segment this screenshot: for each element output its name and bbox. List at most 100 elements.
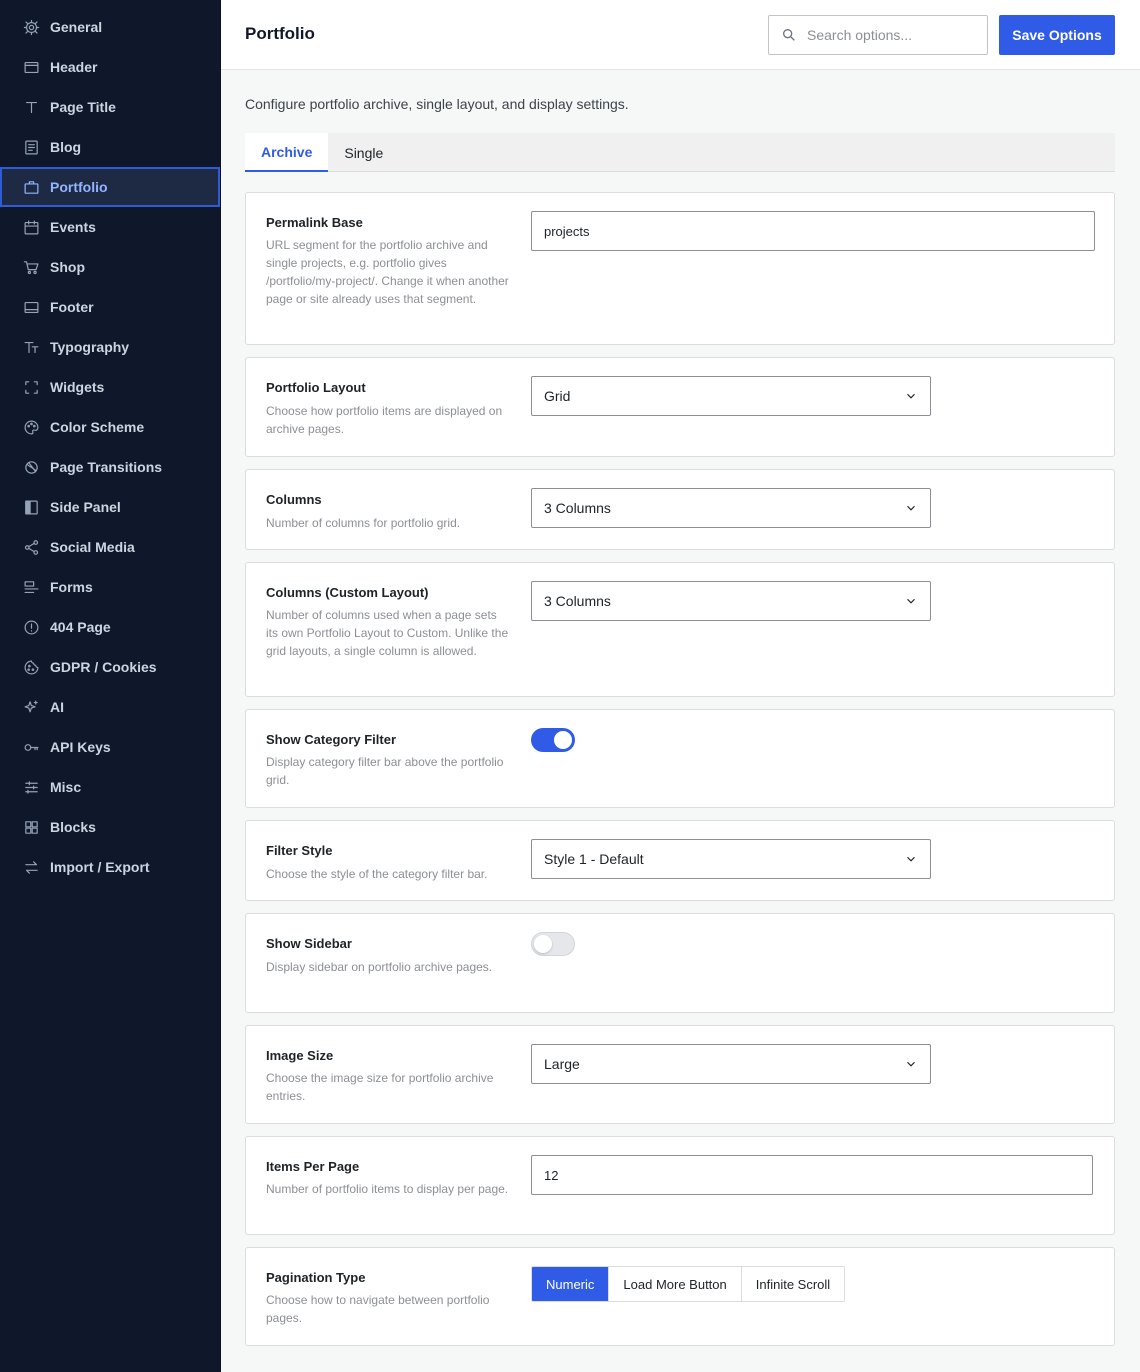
search-box[interactable]: [768, 15, 988, 55]
setting-image-size: Image Size Choose the image size for por…: [245, 1025, 1115, 1124]
sidebar-toggle[interactable]: [531, 932, 575, 956]
briefcase-icon: [22, 178, 40, 196]
tab-single[interactable]: Single: [328, 133, 399, 172]
sidebar-item-typography[interactable]: Typography: [0, 327, 220, 367]
setting-label: Items Per Page: [266, 1159, 360, 1174]
sidebar-item-blocks[interactable]: Blocks: [0, 807, 220, 847]
chevron-down-icon: [907, 856, 915, 862]
tab-bar: Archive Single: [245, 133, 1115, 172]
sidebar-item-label: Footer: [50, 299, 94, 315]
widgets-icon: [22, 378, 40, 396]
chevron-down-icon: [907, 598, 915, 604]
side-panel-icon: [22, 498, 40, 516]
permalink-base-input[interactable]: projects: [531, 211, 1095, 251]
sidebar-item-footer[interactable]: Footer: [0, 287, 220, 327]
setting-help: URL segment for the portfolio archive an…: [266, 238, 509, 306]
sidebar-item-color-scheme[interactable]: Color Scheme: [0, 407, 220, 447]
sidebar-item-label: Widgets: [50, 379, 105, 395]
sidebar-item-404-page[interactable]: 404 Page: [0, 607, 220, 647]
share-icon: [22, 538, 40, 556]
columns-custom-select[interactable]: 3 Columns: [531, 581, 931, 621]
tab-archive[interactable]: Archive: [245, 133, 329, 172]
portfolio-layout-select[interactable]: Grid: [531, 376, 931, 416]
sidebar-item-label: Forms: [50, 579, 93, 595]
setting-help: Display sidebar on portfolio archive pag…: [266, 960, 493, 974]
select-value: Large: [544, 1056, 580, 1072]
chevron-down-icon: [907, 393, 915, 399]
setting-help: Number of portfolio items to display per…: [266, 1182, 509, 1196]
items-per-page-input[interactable]: 12: [531, 1155, 1093, 1195]
forms-icon: [22, 578, 40, 596]
sidebar-item-page-title[interactable]: Page Title: [0, 87, 220, 127]
sidebar-item-label: Shop: [50, 259, 85, 275]
sidebar-item-gdpr-cookies[interactable]: GDPR / Cookies: [0, 647, 220, 687]
setting-label: Show Sidebar: [266, 936, 352, 951]
sidebar-item-page-transitions[interactable]: Page Transitions: [0, 447, 220, 487]
category-filter-toggle[interactable]: [531, 728, 575, 752]
setting-label: Pagination Type: [266, 1270, 366, 1285]
sidebar-item-label: API Keys: [50, 739, 111, 755]
window-icon: [22, 58, 40, 76]
sidebar-item-label: Side Panel: [50, 499, 121, 515]
sparkle-icon: [22, 698, 40, 716]
sidebar-item-api-keys[interactable]: API Keys: [0, 727, 220, 767]
sidebar-item-label: 404 Page: [50, 619, 111, 635]
cart-icon: [22, 258, 40, 276]
sidebar-item-label: Page Transitions: [50, 459, 163, 475]
sidebar-item-label: AI: [50, 699, 64, 715]
sidebar-item-side-panel[interactable]: Side Panel: [0, 487, 220, 527]
save-options-button[interactable]: Save Options: [999, 15, 1115, 55]
sidebar-item-import-export[interactable]: Import / Export: [0, 847, 220, 887]
setting-help: Number of columns used when a page sets …: [266, 608, 509, 658]
sidebar-item-ai[interactable]: AI: [0, 687, 220, 727]
swap-icon: [22, 858, 40, 876]
setting-label: Image Size: [266, 1048, 334, 1063]
setting-items-per-page: Items Per Page Number of portfolio items…: [245, 1136, 1115, 1235]
pagination-type-segmented: Numeric Load More Button Infinite Scroll: [531, 1266, 846, 1302]
search-input[interactable]: [807, 27, 967, 43]
pagination-option-infinite-scroll[interactable]: Infinite Scroll: [741, 1267, 845, 1301]
select-value: Grid: [544, 388, 571, 404]
setting-help: Choose the style of the category filter …: [266, 867, 488, 881]
columns-select[interactable]: 3 Columns: [531, 488, 931, 528]
sidebar-item-label: Page Title: [50, 99, 116, 115]
sidebar-item-portfolio[interactable]: Portfolio: [0, 167, 220, 207]
sidebar-item-forms[interactable]: Forms: [0, 567, 220, 607]
sidebar-item-social-media[interactable]: Social Media: [0, 527, 220, 567]
setting-show-category-filter: Show Category Filter Display category fi…: [245, 709, 1115, 808]
sidebar-item-label: Header: [50, 59, 98, 75]
sidebar-item-label: Import / Export: [50, 859, 150, 875]
sidebar-item-misc[interactable]: Misc: [0, 767, 220, 807]
setting-permalink-base: Permalink Base URL segment for the portf…: [245, 192, 1115, 345]
sidebar-item-blog[interactable]: Blog: [0, 127, 220, 167]
alert-circle-icon: [22, 618, 40, 636]
page-description: Configure portfolio archive, single layo…: [245, 96, 629, 112]
sidebar-item-events[interactable]: Events: [0, 207, 220, 247]
sidebar-item-header[interactable]: Header: [0, 47, 220, 87]
pagination-option-numeric[interactable]: Numeric: [532, 1267, 610, 1301]
sidebar-item-label: Portfolio: [50, 179, 108, 195]
palette-icon: [22, 418, 40, 436]
sidebar-item-label: Misc: [50, 779, 82, 795]
setting-help: Choose how portfolio items are displayed…: [266, 404, 503, 436]
sidebar-item-widgets[interactable]: Widgets: [0, 367, 220, 407]
sidebar-item-label: Typography: [50, 339, 130, 355]
pagination-option-load-more[interactable]: Load More Button: [609, 1267, 742, 1301]
key-icon: [22, 738, 40, 756]
sidebar-item-label: Blocks: [50, 819, 96, 835]
setting-label: Columns: [266, 492, 322, 507]
setting-label: Portfolio Layout: [266, 380, 366, 395]
sidebar-item-label: Blog: [50, 139, 82, 155]
footer-icon: [22, 298, 40, 316]
setting-help: Number of columns for portfolio grid.: [266, 516, 461, 530]
setting-portfolio-layout: Portfolio Layout Choose how portfolio it…: [245, 357, 1115, 457]
sidebar-item-shop[interactable]: Shop: [0, 247, 220, 287]
sidebar-item-general[interactable]: General: [0, 7, 220, 47]
setting-label: Columns (Custom Layout): [266, 585, 429, 600]
setting-label: Filter Style: [266, 843, 333, 858]
setting-label: Permalink Base: [266, 215, 363, 230]
select-value: 3 Columns: [544, 593, 611, 609]
sidebar-item-label: Color Scheme: [50, 419, 145, 435]
image-size-select[interactable]: Large: [531, 1044, 931, 1084]
filter-style-select[interactable]: Style 1 - Default: [531, 839, 931, 879]
